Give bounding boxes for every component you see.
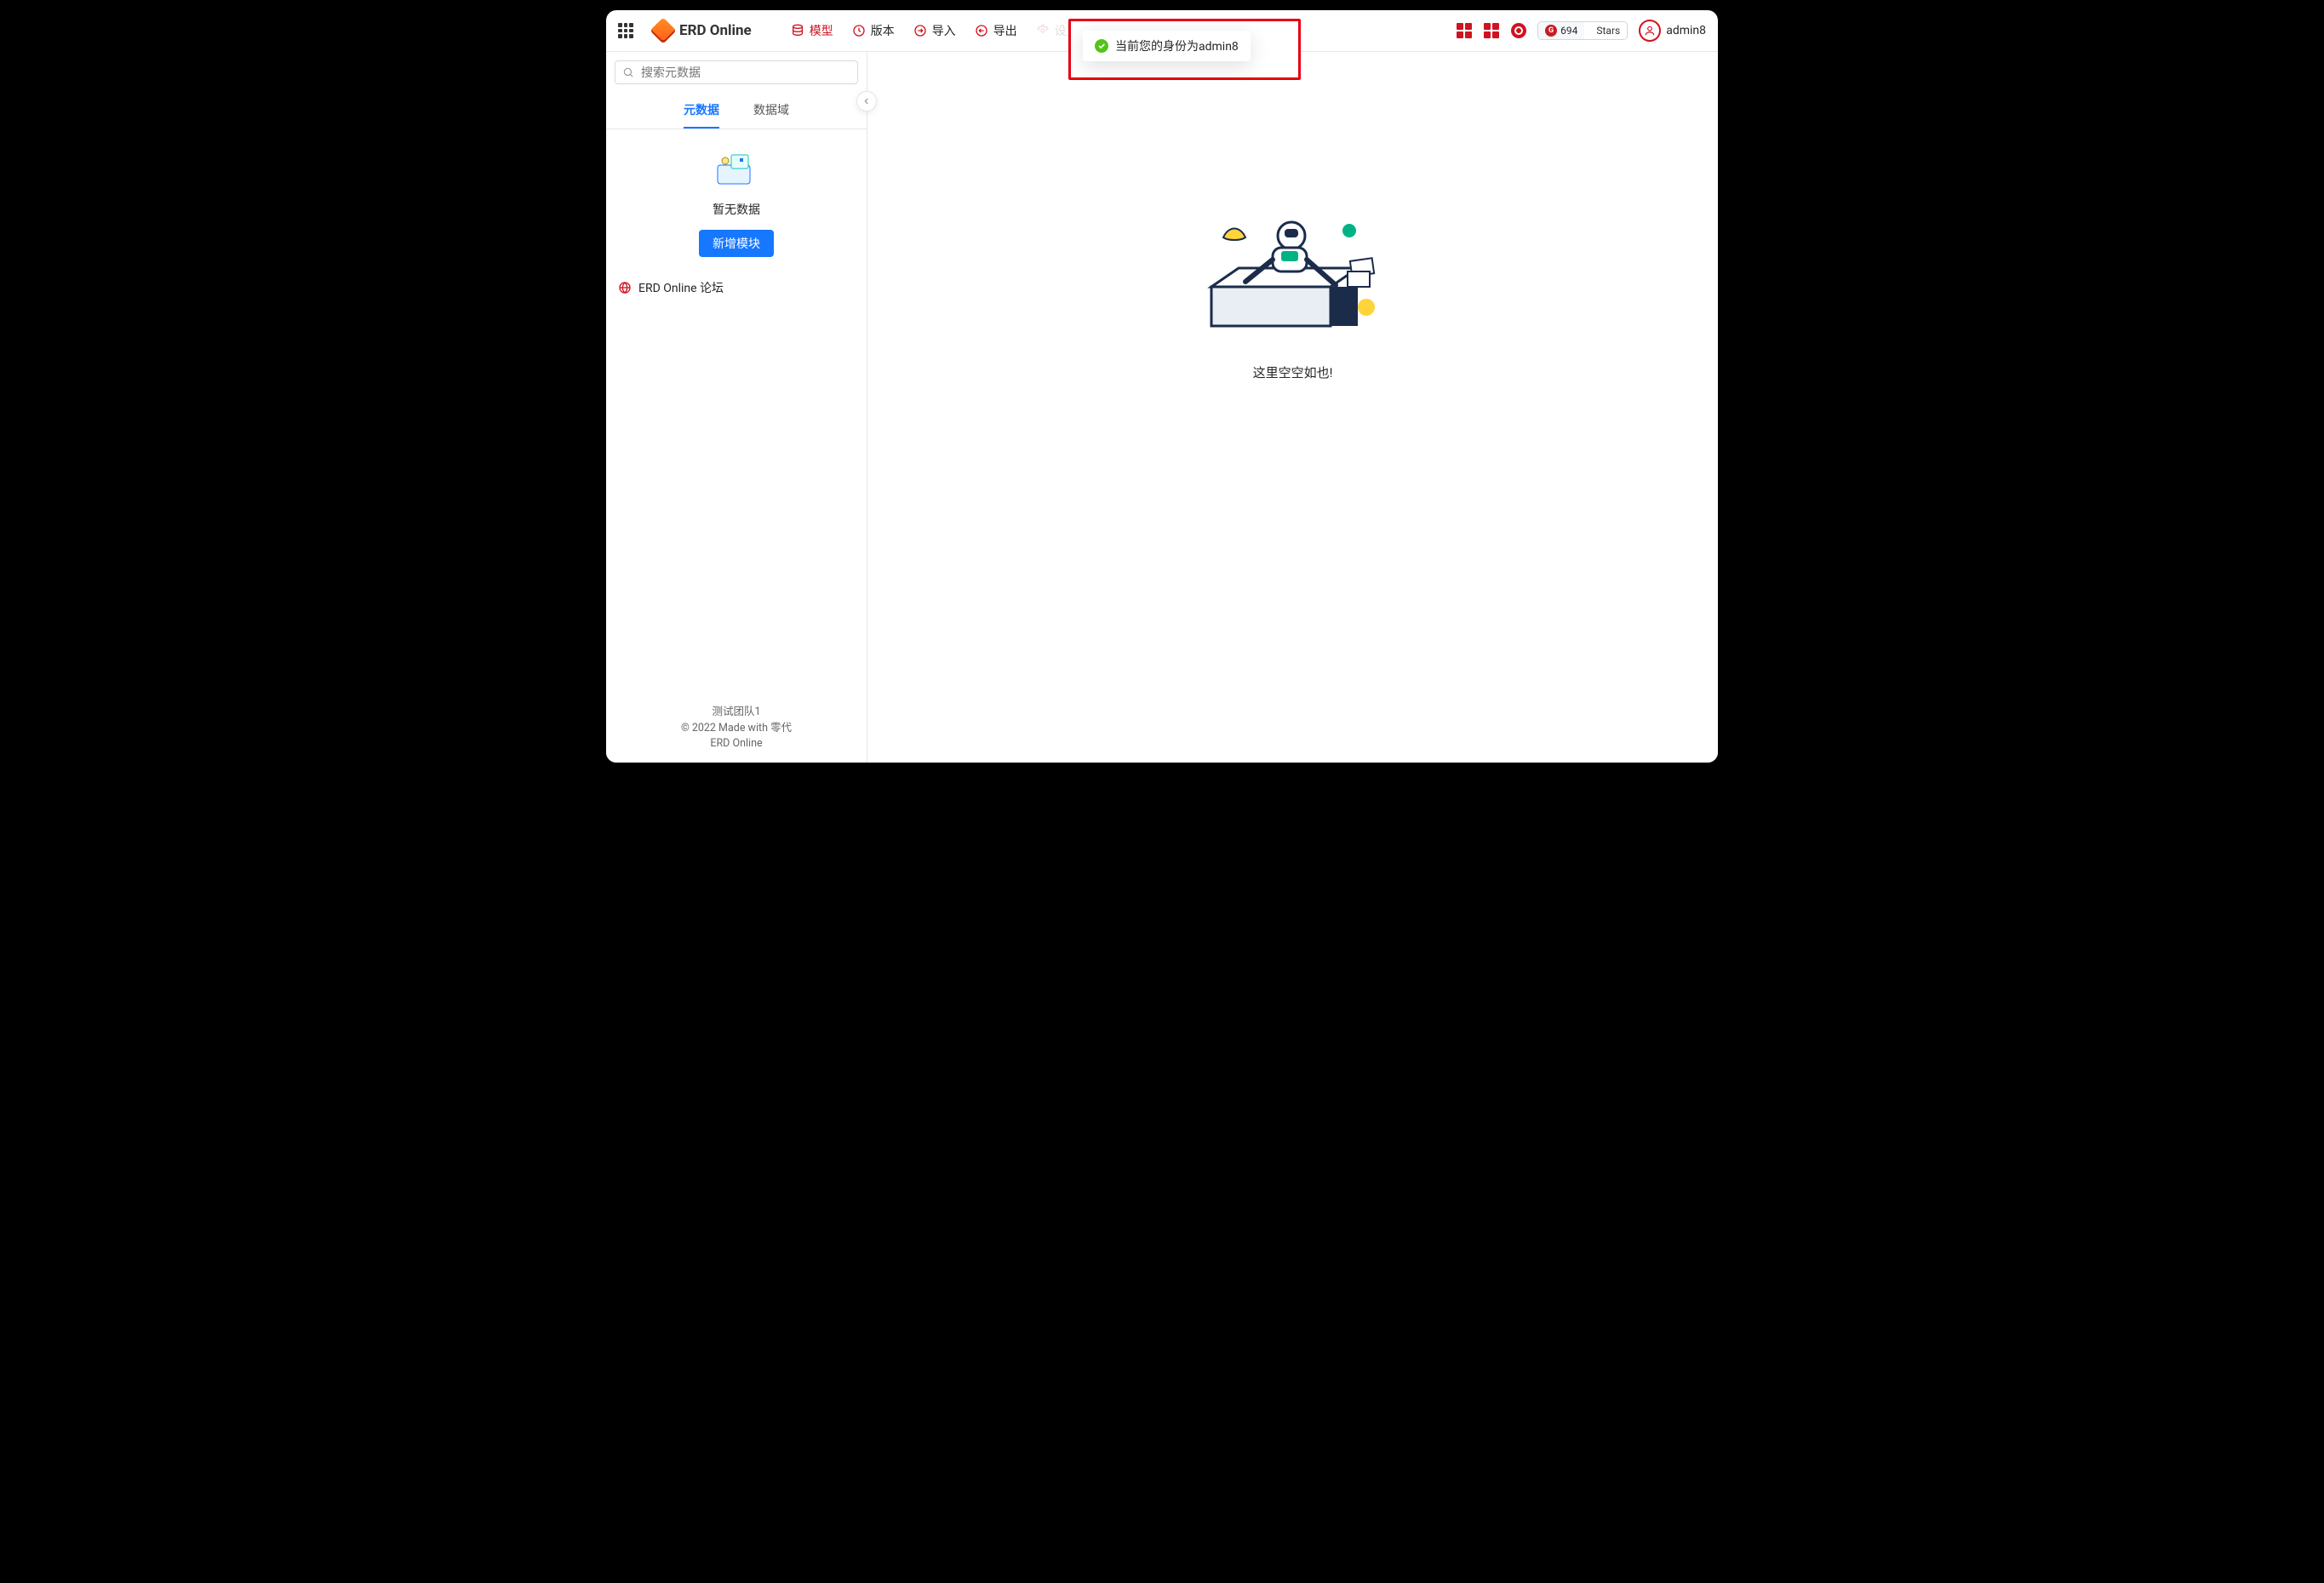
menu-import[interactable]: 导入 [912,19,958,43]
footer-line2: © 2022 Made with 零代 [606,721,867,737]
identity-toast: 当前您的身份为admin8 [1083,31,1251,61]
collapse-sidebar-button[interactable] [856,91,877,111]
grid-view-icon-2[interactable] [1484,23,1499,38]
avatar-icon [1639,20,1661,42]
user-menu[interactable]: admin8 [1639,20,1706,42]
brand[interactable]: ERD Online [654,21,752,40]
success-icon [1095,39,1108,53]
logo-icon [650,17,676,43]
import-icon [913,24,927,37]
menu-label: 导出 [993,22,1017,39]
gitee-stars-count: 694 [1560,25,1577,37]
database-icon [791,24,804,37]
toast-message: 当前您的身份为admin8 [1115,37,1239,54]
app-launcher-icon[interactable] [618,23,633,38]
tab-datadomain[interactable]: 数据域 [753,93,789,129]
chevron-left-icon [862,97,871,106]
settings-icon [1036,24,1050,37]
footer-line3: ERD Online [606,736,867,752]
body: 元数据 数据域 暂无数据 新增模块 ERD Online 论坛 测试团队1 [606,52,1718,763]
forum-link[interactable]: ERD Online 论坛 [606,271,867,305]
search-input[interactable] [639,65,850,80]
gitee-icon: G [1545,25,1557,37]
header-right: G 694 Stars admin8 [1457,20,1706,42]
gitee-stars-badge[interactable]: G 694 Stars [1538,22,1627,39]
link-icon[interactable] [1511,23,1526,38]
menu-label: 模型 [810,22,833,39]
sidebar-empty: 暂无数据 新增模块 [606,129,867,271]
main-empty-state: 这里空空如也! [1199,205,1387,381]
tab-metadata[interactable]: 元数据 [684,93,719,129]
user-name: admin8 [1666,24,1706,37]
sidebar-tabs: 元数据 数据域 [606,89,867,129]
search-input-wrap[interactable] [615,60,858,84]
sidebar: 元数据 数据域 暂无数据 新增模块 ERD Online 论坛 测试团队1 [606,52,867,763]
app-window: ERD OnlineV4.0.7 ERD OnlineV4.0.7 ERD On… [606,10,1718,763]
sidebar-empty-text: 暂无数据 [615,201,858,218]
top-menu: 模型 版本 导入 导出 [789,19,1080,43]
menu-model[interactable]: 模型 [789,19,835,43]
sidebar-footer: 测试团队1 © 2022 Made with 零代 ERD Online [606,700,867,763]
main-empty-text: 这里空空如也! [1199,363,1387,381]
search-icon [622,66,634,78]
history-icon [852,24,866,37]
menu-label: 版本 [871,22,895,39]
grid-view-icon[interactable] [1457,23,1472,38]
menu-export[interactable]: 导出 [973,19,1019,43]
export-icon [975,24,988,37]
main-panel: 这里空空如也! [867,52,1718,763]
empty-illustration-icon [713,151,760,187]
gitee-stars-word: Stars [1589,22,1627,39]
menu-version[interactable]: 版本 [850,19,896,43]
forum-link-text: ERD Online 论坛 [638,279,724,296]
globe-icon [618,281,632,294]
menu-settings[interactable]: 设置 [1034,19,1080,43]
footer-team: 测试团队1 [606,705,867,721]
add-module-button[interactable]: 新增模块 [699,230,774,257]
brand-title: ERD Online [679,22,752,39]
menu-label: 导入 [932,22,956,39]
menu-label: 设置 [1055,22,1079,39]
astronaut-empty-icon [1199,205,1387,350]
